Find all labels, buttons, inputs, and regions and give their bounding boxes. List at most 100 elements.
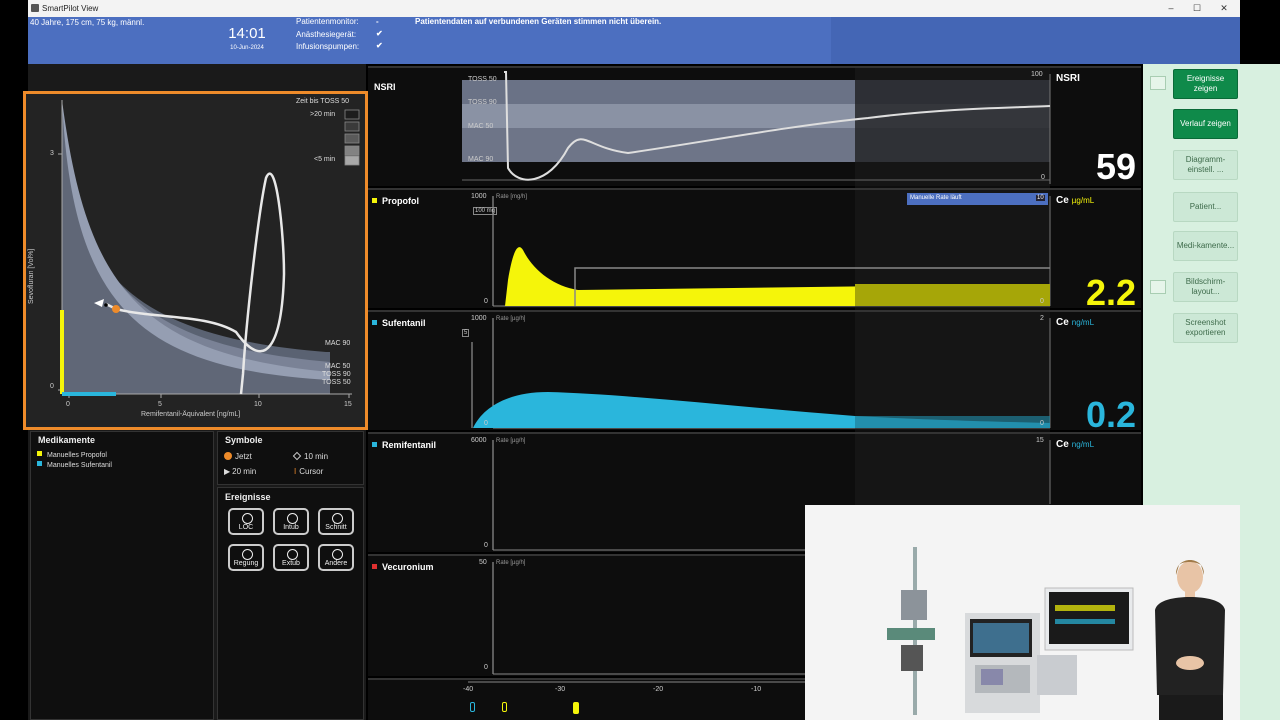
- topo-xlabel: Remifentanil-Äquivalent [ng/mL]: [141, 411, 241, 418]
- legend-title: Zeit bis TOSS 50: [296, 98, 350, 105]
- chart-settings-button[interactable]: Diagramm-einstell. ...: [1173, 150, 1238, 180]
- clock-time: 14:01: [228, 25, 266, 42]
- nsri-track: NSRI TOSS 50 TOSS 90 MAC 50 MAC 90 100 0…: [368, 66, 1141, 188]
- propofol-scale-bottom: 0: [484, 298, 488, 305]
- close-button[interactable]: ✕: [1217, 2, 1231, 14]
- band-label-mac90: MAC 90: [325, 340, 351, 347]
- vecuronium-rate-label: Rate [µg/h]: [496, 560, 526, 566]
- legend-top-label: >20 min: [310, 111, 336, 118]
- sufentanil-scale-top: 1000: [471, 315, 487, 322]
- symbols-title: Symbole: [225, 435, 263, 445]
- mismatch-warning: Patientendaten auf verbundenen Geräten s…: [415, 17, 662, 26]
- medications-button[interactable]: Medi-kamente...: [1173, 231, 1238, 261]
- smartpilot-window: SmartPilot View – ☐ ✕ 40 Jahre, 175 cm, …: [0, 0, 1280, 720]
- maximize-button[interactable]: ☐: [1190, 2, 1204, 14]
- propofol-scale-top: 1000: [471, 193, 487, 200]
- sufentanil-right-scale-bottom: 0: [1040, 420, 1044, 427]
- device-label-pumps: Infusionspumpen:: [296, 42, 360, 51]
- sufentanil-axis-bar: [62, 392, 116, 396]
- event-intub-button[interactable]: Intub: [273, 508, 309, 535]
- event-schnitt-button[interactable]: Schnitt: [318, 508, 354, 535]
- events-panel: Ereignisse LOC Intub Schnitt Regung Extu…: [217, 487, 364, 720]
- sufentanil-right-scale-top: 2: [1040, 315, 1044, 322]
- presenter-scene: [805, 505, 1240, 720]
- legend-box-3: [344, 133, 360, 144]
- show-history-button[interactable]: Verlauf zeigen: [1173, 109, 1238, 139]
- topo-ytick-3: 3: [50, 150, 54, 157]
- propofol-bolus-label[interactable]: 100 mg: [473, 207, 498, 215]
- manual-rate-badge: Manuelle Rate läuft: [907, 193, 1048, 205]
- edit-icon[interactable]: [1150, 280, 1166, 294]
- sufentanil-ce-label: Ce ng/mL: [1056, 317, 1095, 328]
- vecuronium-scale-bottom: 0: [484, 664, 488, 671]
- nsri-scale-top: 100: [1031, 71, 1043, 78]
- device-label-anesthesia: Anästhesiegerät:: [296, 30, 357, 39]
- nsri-band-toss90: TOSS 90: [468, 99, 497, 106]
- medication-item[interactable]: Manuelles Sufentanil: [37, 461, 112, 469]
- propofol-right-scale-bottom: 0: [1040, 298, 1044, 305]
- event-andere-button[interactable]: Andere: [318, 544, 354, 571]
- medications-title: Medikamente: [38, 435, 96, 445]
- band-label-toss50: TOSS 50: [322, 379, 351, 386]
- title-bar: SmartPilot View – ☐ ✕: [28, 0, 1240, 17]
- nsri-band-mac50: MAC 50: [468, 123, 494, 130]
- clock-date: 10-Jun-2024: [230, 45, 264, 51]
- nsri-scale-bottom: 0: [1041, 174, 1045, 181]
- patient-info[interactable]: 40 Jahre, 175 cm, 75 kg, männl.: [30, 18, 144, 27]
- event-loc-button[interactable]: LOC: [228, 508, 264, 535]
- screen-layout-button[interactable]: Bildschirm-layout...: [1173, 272, 1238, 302]
- topo-xtick-5: 5: [158, 401, 162, 408]
- symbols-panel: Symbole Jetzt 10 min ▶ 20 min I Cursor: [217, 431, 364, 485]
- show-events-button[interactable]: Ereignisse zeigen: [1173, 69, 1238, 99]
- sufentanil-ce-value: 0.2: [1085, 394, 1136, 435]
- events-title: Ereignisse: [225, 492, 271, 502]
- patient-button[interactable]: Patient...: [1173, 192, 1238, 222]
- time-tick-20: -20: [653, 686, 664, 693]
- band-label-toss90: TOSS 90: [322, 371, 351, 378]
- remifentanil-ce-label: Ce ng/mL: [1056, 439, 1095, 450]
- topo-ytick-0: 0: [50, 383, 54, 390]
- event-marker-propofol[interactable]: [502, 702, 507, 712]
- window-title: SmartPilot View: [42, 4, 99, 13]
- symbol-10min: 10 min: [292, 451, 328, 461]
- event-extub-button[interactable]: Extub: [273, 544, 309, 571]
- export-screenshot-button[interactable]: Screenshot exportieren: [1173, 313, 1238, 343]
- remifentanil-scale-bottom: 0: [484, 542, 488, 549]
- minimize-button[interactable]: –: [1164, 2, 1178, 14]
- legend-box-5: [344, 155, 360, 166]
- device-status-anesthesia: ✔: [376, 29, 383, 38]
- propofol-ce-label: Ce µg/mL: [1056, 195, 1095, 206]
- symbol-now: Jetzt: [224, 452, 252, 461]
- medications-panel: Medikamente Manuelles Propofol Manuelles…: [30, 431, 214, 720]
- time-tick-10: -10: [751, 686, 762, 693]
- legend-bottom-label: <5 min: [314, 156, 336, 163]
- nsri-value: 59: [1095, 146, 1136, 187]
- legend-box-4: [344, 145, 360, 156]
- event-regung-button[interactable]: Regung: [228, 544, 264, 571]
- event-marker-sufentanil[interactable]: [470, 702, 475, 712]
- medication-item[interactable]: Manuelles Propofol: [37, 451, 107, 459]
- legend-box-1: [344, 109, 360, 120]
- nsri-value-label: NSRI: [1056, 73, 1080, 84]
- nsri-band-mac90: MAC 90: [468, 156, 494, 163]
- patient-header: 40 Jahre, 175 cm, 75 kg, männl. 14:01 10…: [28, 17, 1240, 64]
- topo-ylabel: Sevofluran [Vol%]: [28, 248, 35, 304]
- remifentanil-right-scale-top: 15: [1036, 437, 1044, 444]
- topo-xtick-15: 15: [344, 401, 352, 408]
- manual-rate-value: 10: [1036, 195, 1045, 201]
- sufentanil-scale-bottom: 0: [484, 420, 488, 427]
- nsri-band-toss50: TOSS 50: [468, 76, 497, 83]
- interaction-topography-plot[interactable]: Sevofluran [Vol%] 3 0 0 5 10 15 Remifent…: [23, 91, 368, 430]
- band-label-mac50: MAC 50: [325, 363, 351, 370]
- sufentanil-bolus-label[interactable]: 5: [462, 329, 470, 337]
- topo-xtick-0: 0: [66, 401, 70, 408]
- event-marker-propofol-2[interactable]: [573, 702, 579, 714]
- topo-xtick-10: 10: [254, 401, 262, 408]
- events-checkbox[interactable]: [1150, 76, 1166, 90]
- remifentanil-rate-label: Rate [µg/h]: [496, 438, 526, 444]
- propofol-ce-value: 2.2: [1085, 272, 1136, 313]
- time-tick-30: -30: [555, 686, 566, 693]
- sufentanil-track: Sufentanil 1000 0 Rate [µg/h] 5 2 0 Ce ng…: [368, 310, 1141, 435]
- symbol-cursor: I Cursor: [294, 467, 324, 476]
- propofol-axis-bar: [60, 310, 64, 394]
